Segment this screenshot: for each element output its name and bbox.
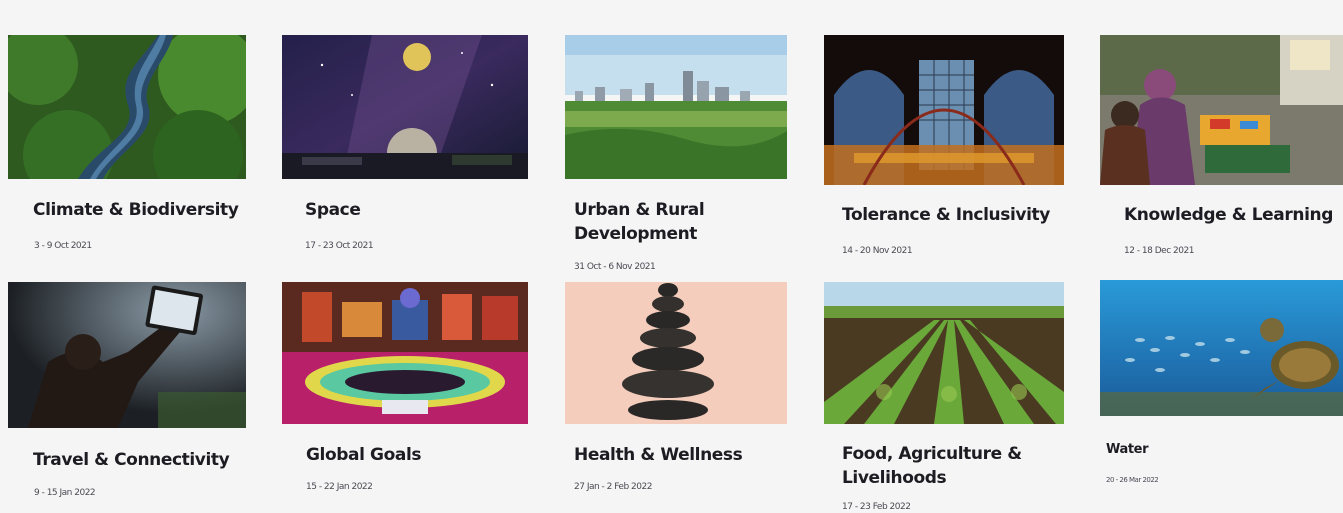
theme-date: 31 Oct - 6 Nov 2021	[574, 262, 656, 272]
theme-date: 3 - 9 Oct 2021	[34, 241, 92, 251]
theme-image[interactable]	[8, 35, 246, 179]
theme-image[interactable]	[565, 282, 787, 424]
theme-date: 17 - 23 Oct 2021	[305, 241, 374, 251]
theme-title[interactable]: Water	[1106, 438, 1306, 462]
theme-date: 14 - 20 Nov 2021	[842, 246, 913, 256]
theme-title[interactable]: Global Goals	[306, 443, 518, 467]
theme-title[interactable]: Food, Agriculture & Livelihoods	[842, 442, 1032, 490]
theme-image[interactable]	[1100, 35, 1343, 185]
theme-title[interactable]: Travel & Connectivity	[33, 448, 245, 472]
theme-date: 17 - 23 Feb 2022	[842, 502, 911, 512]
theme-title[interactable]: Climate & Biodiversity	[33, 198, 245, 222]
theme-image[interactable]	[565, 35, 787, 179]
theme-image[interactable]	[824, 282, 1064, 424]
theme-date: 15 - 22 Jan 2022	[306, 482, 373, 492]
theme-weeks-grid: Climate & Biodiversity 3 - 9 Oct 2021 Sp…	[0, 0, 1343, 513]
theme-title[interactable]: Tolerance & Inclusivity	[842, 203, 1062, 227]
theme-date: 12 - 18 Dec 2021	[1124, 246, 1194, 256]
theme-image[interactable]	[8, 282, 246, 428]
theme-date: 9 - 15 Jan 2022	[34, 488, 96, 498]
theme-image[interactable]	[282, 35, 528, 179]
theme-image[interactable]	[1100, 280, 1343, 416]
theme-title[interactable]: Health & Wellness	[574, 443, 786, 467]
theme-date: 20 - 26 Mar 2022	[1106, 476, 1159, 484]
theme-image[interactable]	[824, 35, 1064, 185]
theme-title[interactable]: Space	[305, 198, 517, 222]
theme-title[interactable]: Knowledge & Learning	[1124, 203, 1343, 227]
theme-image[interactable]	[282, 282, 528, 424]
theme-title[interactable]: Urban & Rural Development	[574, 198, 754, 246]
theme-date: 27 Jan - 2 Feb 2022	[574, 482, 652, 492]
